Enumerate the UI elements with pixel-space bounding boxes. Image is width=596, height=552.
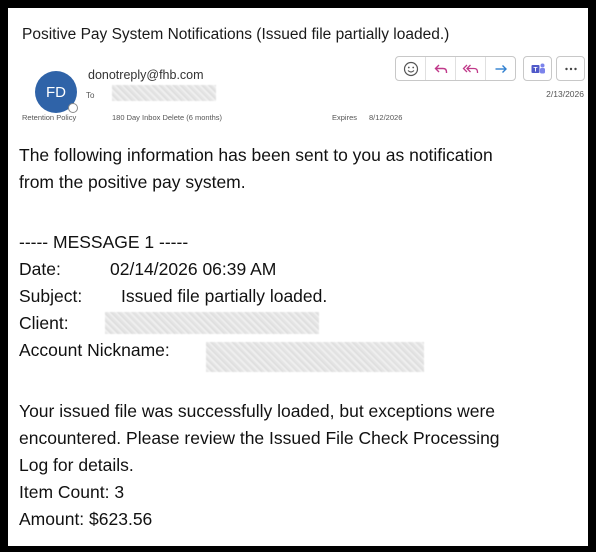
teams-icon: T bbox=[531, 63, 545, 73]
date-value: 02/14/2026 06:39 AM bbox=[110, 259, 277, 279]
amount: Amount: $623.56 bbox=[19, 509, 153, 529]
account-nickname-label: Account Nickname: bbox=[19, 340, 170, 360]
subject-value: Issued file partially loaded. bbox=[121, 286, 328, 306]
expires-value: 8/12/2026 bbox=[369, 113, 403, 122]
client-redacted bbox=[105, 312, 319, 334]
reply-all-icon bbox=[462, 64, 478, 73]
account-nickname-redacted bbox=[206, 342, 424, 372]
reply-button[interactable] bbox=[426, 57, 456, 80]
presence-status-icon bbox=[68, 103, 78, 113]
reply-all-button[interactable] bbox=[456, 57, 486, 80]
sender-address[interactable]: donotreply@fhb.com bbox=[88, 68, 204, 82]
body-detail-line-2: encountered. Please review the Issued Fi… bbox=[19, 428, 500, 448]
to-label: To bbox=[86, 91, 95, 100]
forward-icon bbox=[495, 64, 507, 73]
expires-label: Expires bbox=[332, 113, 358, 122]
received-date: 2/13/2026 bbox=[546, 89, 584, 99]
email-subject: Positive Pay System Notifications (Issue… bbox=[22, 26, 450, 43]
forward-button[interactable] bbox=[486, 57, 515, 80]
subject-label: Subject: bbox=[19, 286, 83, 306]
retention-policy-label: Retention Policy bbox=[22, 113, 77, 122]
avatar-initials: FD bbox=[46, 83, 66, 101]
body-intro-line-2: from the positive pay system. bbox=[19, 172, 246, 192]
reply-icon bbox=[434, 64, 447, 73]
body-detail-line-3: Log for details. bbox=[19, 455, 134, 475]
date-label: Date: bbox=[19, 259, 61, 279]
message-header: ----- MESSAGE 1 ----- bbox=[19, 232, 189, 252]
more-icon bbox=[564, 67, 577, 70]
retention-policy-value: 180 Day Inbox Delete (6 months) bbox=[112, 113, 223, 122]
body-detail-line-1: Your issued file was successfully loaded… bbox=[19, 401, 496, 421]
email-reading-pane: Positive Pay System Notifications (Issue… bbox=[8, 8, 588, 546]
svg-text:T: T bbox=[533, 66, 537, 73]
more-actions-button[interactable] bbox=[556, 56, 585, 81]
item-count: Item Count: 3 bbox=[19, 482, 125, 502]
teams-share-button[interactable]: T bbox=[523, 56, 552, 81]
message-actions-toolbar bbox=[395, 56, 516, 81]
client-label: Client: bbox=[19, 313, 69, 333]
recipient-redacted bbox=[112, 85, 216, 101]
emoji-reaction-button[interactable] bbox=[396, 57, 426, 80]
body-intro-line-1: The following information has been sent … bbox=[19, 145, 493, 165]
smiley-icon bbox=[403, 61, 418, 76]
sender-avatar[interactable]: FD bbox=[35, 71, 78, 113]
